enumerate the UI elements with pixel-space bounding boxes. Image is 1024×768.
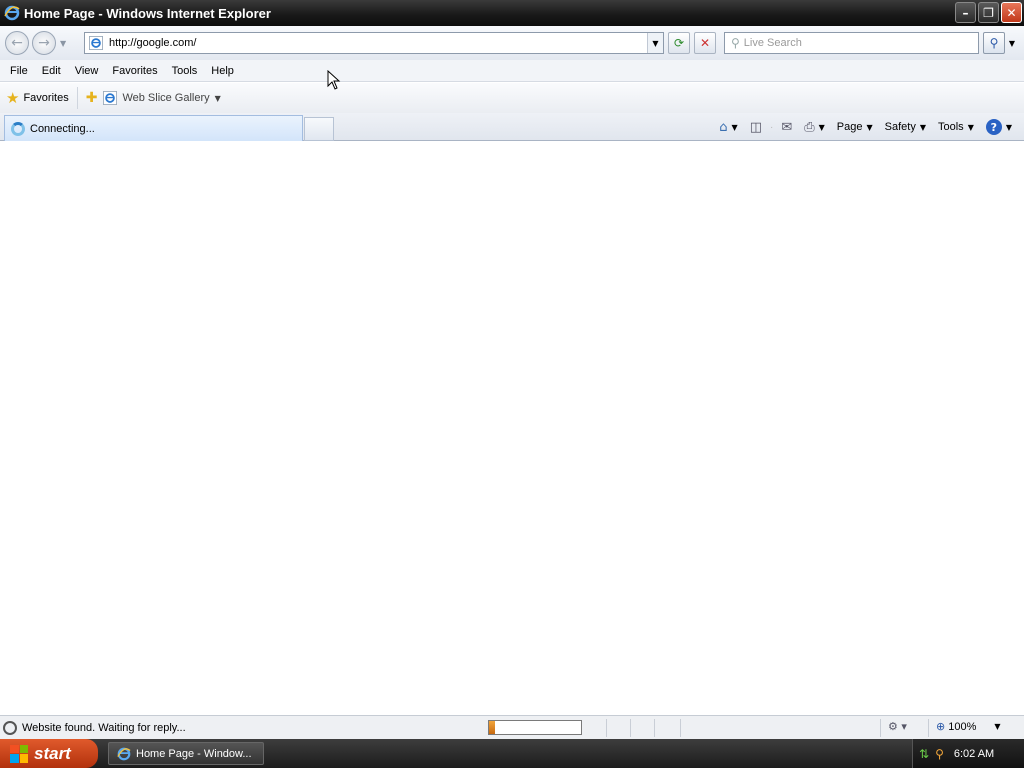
window-controls: – ❐ ✕ <box>955 2 1022 23</box>
page-menu-label: Page <box>836 121 863 133</box>
chevron-down-icon: ▼ <box>919 122 926 132</box>
zoom-button[interactable]: ⊕ 100% ▼ <box>936 720 1001 733</box>
ie-page-icon <box>103 91 118 105</box>
address-url[interactable]: http://google.com/ <box>109 37 196 49</box>
mail-icon: ✉ <box>781 119 793 135</box>
separator: · <box>769 121 774 133</box>
start-button[interactable]: start <box>0 739 98 768</box>
windows-logo-icon <box>10 744 28 763</box>
address-bar[interactable]: http://google.com/ ▼ <box>84 32 664 54</box>
status-separator <box>630 719 631 737</box>
home-button[interactable]: ⌂ ▼ <box>715 120 741 135</box>
help-icon: ? <box>985 119 1002 135</box>
help-menu-button[interactable]: ? ▼ <box>982 119 1016 135</box>
menu-favorites[interactable]: Favorites <box>105 65 164 77</box>
tab-row: Connecting... ⌂ ▼ ◫ · ✉ ⎙ ▼ Page ▼ Safet… <box>0 113 1024 142</box>
ie-taskbar-icon <box>117 747 131 760</box>
tab-label: Connecting... <box>30 123 95 135</box>
chevron-down-icon: ▼ <box>866 122 873 132</box>
search-options-dropdown[interactable]: ▼ <box>1006 32 1018 54</box>
menu-bar: File Edit View Favorites Tools Help <box>0 60 1024 82</box>
read-mail-button[interactable]: ✉ <box>777 120 796 135</box>
close-button[interactable]: ✕ <box>1001 2 1022 23</box>
menu-file[interactable]: File <box>3 65 35 77</box>
add-to-favorites-icon[interactable]: ✚ <box>86 90 98 106</box>
command-bar: ⌂ ▼ ◫ · ✉ ⎙ ▼ Page ▼ Safety ▼ Tools ▼ ? … <box>715 117 1016 137</box>
status-separator <box>928 719 929 737</box>
chevron-down-icon: ▼ <box>214 93 221 103</box>
network-icon[interactable]: ⇅ <box>919 747 929 761</box>
page-menu-button[interactable]: Page ▼ <box>833 121 877 133</box>
refresh-button[interactable]: ⟳ <box>668 32 690 54</box>
zoom-icon: ⊕ <box>936 720 946 733</box>
navigation-bar: ← → ▼ http://google.com/ ▼ ⟳ ✕ ⚲ ⚲ ▼ <box>0 26 1024 60</box>
chevron-down-icon: ▼ <box>1005 122 1012 132</box>
recent-pages-dropdown[interactable]: ▼ <box>60 39 66 48</box>
web-slice-gallery-label: Web Slice Gallery <box>122 92 210 104</box>
chevron-down-icon: ▼ <box>731 122 738 132</box>
back-button[interactable]: ← <box>5 31 29 55</box>
system-tray: ⇅ ⚲ 6:02 AM <box>912 739 1024 768</box>
tools-menu-label: Tools <box>938 121 964 133</box>
menu-edit[interactable]: Edit <box>35 65 68 77</box>
menu-tools[interactable]: Tools <box>165 65 205 77</box>
menu-view[interactable]: View <box>68 65 106 77</box>
feeds-button[interactable]: ◫ <box>746 120 766 135</box>
favorites-label: Favorites <box>23 92 69 104</box>
printer-icon: ⎙ <box>804 119 815 135</box>
taskbar: start Home Page - Window... ⇅ ⚲ 6:02 AM <box>0 739 1024 768</box>
stop-button[interactable]: ✕ <box>694 32 716 54</box>
search-icon: ⚲ <box>731 36 740 50</box>
search-box[interactable]: ⚲ <box>724 32 979 54</box>
status-separator <box>654 719 655 737</box>
status-separator <box>880 719 881 737</box>
web-slice-gallery-link[interactable]: Web Slice Gallery ▼ <box>103 91 221 105</box>
start-label: start <box>34 743 71 763</box>
chevron-down-icon: ▼ <box>994 722 1001 731</box>
progress-bar <box>488 720 582 735</box>
page-content[interactable] <box>0 141 1024 715</box>
rss-icon: ◫ <box>749 119 762 135</box>
page-icon <box>89 36 103 50</box>
safety-menu-label: Safety <box>884 121 916 133</box>
minimize-button[interactable]: – <box>955 2 976 23</box>
menu-help[interactable]: Help <box>204 65 241 77</box>
loading-status-icon <box>3 720 17 735</box>
print-button[interactable]: ⎙ ▼ <box>800 120 829 135</box>
restore-button[interactable]: ❐ <box>978 2 999 23</box>
favorites-button[interactable]: ★ Favorites <box>6 87 78 109</box>
new-tab-button[interactable] <box>304 117 334 141</box>
forward-button[interactable]: → <box>32 31 56 55</box>
status-text: Website found. Waiting for reply... <box>22 721 186 734</box>
tab-active[interactable]: Connecting... <box>4 115 303 142</box>
window-title: Home Page - Windows Internet Explorer <box>24 5 271 21</box>
mouse-cursor-icon <box>327 70 341 90</box>
zoom-level: 100% <box>948 720 977 733</box>
ie-app-icon <box>4 5 20 21</box>
progress-fill <box>489 721 496 734</box>
chevron-down-icon: ▼ <box>818 122 825 132</box>
home-icon: ⌂ <box>719 119 728 135</box>
loading-spinner-icon <box>11 122 25 136</box>
security-zone-button[interactable]: ⚙ ▾ <box>888 720 907 733</box>
search-tray-icon[interactable]: ⚲ <box>935 747 944 761</box>
address-dropdown-button[interactable]: ▼ <box>647 33 663 53</box>
favorites-star-icon: ★ <box>6 89 20 107</box>
taskbar-item-label: Home Page - Window... <box>136 747 252 760</box>
taskbar-item-ie[interactable]: Home Page - Window... <box>108 742 264 765</box>
clock[interactable]: 6:02 AM <box>954 748 994 760</box>
favorites-bar: ★ Favorites ✚ Web Slice Gallery ▼ <box>0 83 1024 113</box>
safety-menu-button[interactable]: Safety ▼ <box>881 121 930 133</box>
search-go-button[interactable]: ⚲ <box>983 32 1005 54</box>
status-bar: Website found. Waiting for reply... ⚙ ▾ … <box>0 715 1024 739</box>
search-input[interactable] <box>743 37 964 49</box>
status-separator <box>606 719 607 737</box>
status-separator <box>680 719 681 737</box>
title-bar: Home Page - Windows Internet Explorer – … <box>0 0 1024 26</box>
chevron-down-icon: ▼ <box>967 122 974 132</box>
tools-menu-button[interactable]: Tools ▼ <box>934 121 978 133</box>
